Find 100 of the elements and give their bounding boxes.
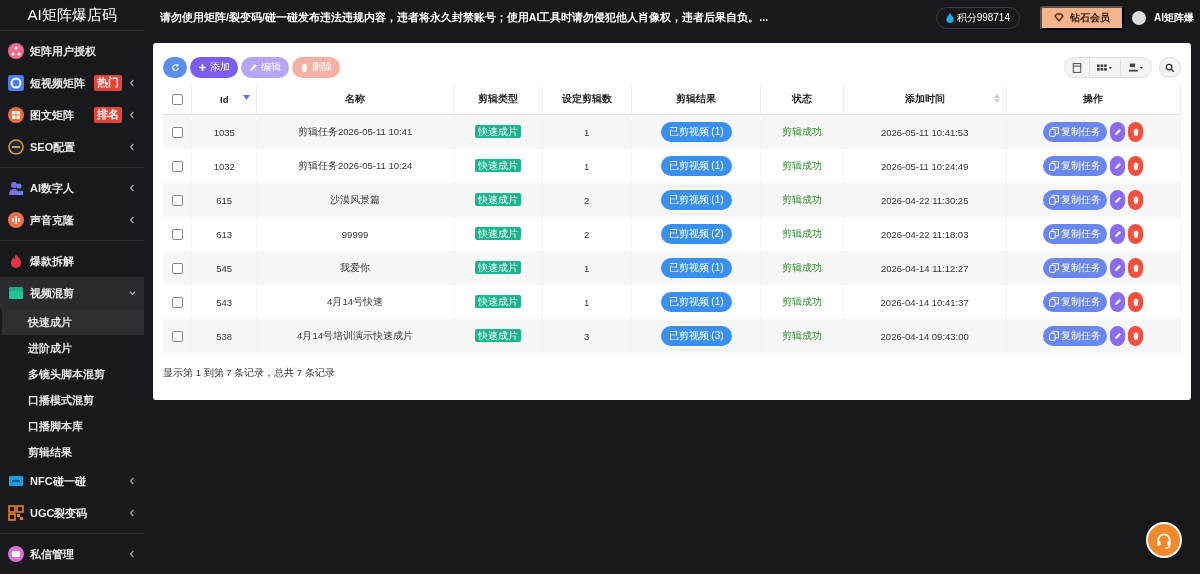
- column-header: 名称: [345, 92, 366, 104]
- submenu-item[interactable]: 口播脚本库: [2, 413, 144, 439]
- type-tag: 快速成片: [474, 295, 521, 308]
- edit-button[interactable]: [1110, 122, 1126, 142]
- trash-icon: [1131, 264, 1140, 272]
- column-header: 操作: [1083, 92, 1104, 104]
- sidebar-item[interactable]: 爆款拆解: [0, 245, 144, 277]
- sidebar-item[interactable]: UGC裂变码: [0, 497, 144, 529]
- avatar[interactable]: [1132, 10, 1146, 25]
- count-cell: 2: [584, 228, 590, 240]
- pencil-icon: [249, 63, 258, 72]
- sidebar-label: AI数字人: [30, 180, 75, 196]
- row-checkbox[interactable]: [171, 297, 183, 308]
- sidebar-badge: 排名: [94, 107, 122, 123]
- droplet-icon: [945, 12, 954, 23]
- edit-button[interactable]: [1110, 326, 1126, 346]
- table-icon: [1072, 62, 1082, 73]
- sidebar-item[interactable]: 私信管理: [0, 538, 144, 570]
- edit-button[interactable]: [1110, 258, 1126, 278]
- row-checkbox[interactable]: [171, 161, 183, 172]
- name-cell: 4月14号快速: [327, 295, 383, 307]
- submenu-item[interactable]: 多镜头脚本混剪: [2, 361, 144, 387]
- trash-icon: [1131, 128, 1140, 136]
- delete-button[interactable]: [1128, 258, 1144, 278]
- edit-button[interactable]: [1110, 292, 1126, 312]
- pencil-icon: [1113, 128, 1122, 136]
- column-header: 添加时间: [904, 92, 945, 104]
- delete-button[interactable]: [1128, 224, 1144, 244]
- sidebar-item[interactable]: 图文矩阵 排名: [0, 99, 144, 131]
- sidebar-item[interactable]: 视频混剪: [0, 277, 144, 309]
- sidebar-label: 私信管理: [30, 546, 75, 562]
- delete-button[interactable]: [1128, 326, 1144, 346]
- row-checkbox[interactable]: [171, 127, 183, 138]
- people-icon: [8, 180, 24, 196]
- sidebar-item[interactable]: 矩阵用户授权: [0, 35, 144, 67]
- delete-button[interactable]: [1128, 122, 1144, 142]
- delete-button[interactable]: [1128, 190, 1144, 210]
- delete-button[interactable]: [1128, 156, 1144, 176]
- column-header: 设定剪辑数: [561, 92, 612, 104]
- edit-button[interactable]: [1110, 190, 1126, 210]
- id-cell: 545: [216, 262, 233, 274]
- type-tag: 快速成片: [474, 159, 521, 172]
- add-button[interactable]: 添加: [190, 57, 238, 78]
- network-icon: [8, 43, 24, 59]
- count-cell: 1: [584, 262, 590, 274]
- submenu-item[interactable]: 口播模式混剪: [2, 387, 144, 413]
- type-tag: 快速成片: [474, 329, 521, 342]
- type-tag: 快速成片: [474, 193, 521, 206]
- count-cell: 1: [584, 126, 590, 138]
- trash-icon: [300, 63, 309, 72]
- sidebar-item[interactable]: 短视频矩阵 热门: [0, 67, 144, 99]
- trash-icon: [1131, 298, 1140, 306]
- submenu-item[interactable]: 进阶成片: [2, 335, 144, 361]
- type-tag: 快速成片: [474, 125, 521, 138]
- username[interactable]: AI矩阵爆: [1154, 10, 1194, 25]
- select-all-checkbox[interactable]: [171, 94, 183, 105]
- refresh-button[interactable]: [163, 57, 187, 78]
- submenu-item[interactable]: 剪辑结果: [2, 439, 144, 465]
- name-cell: 剪辑任务2026-05-11 10:41: [297, 125, 413, 137]
- status-text: 剪辑成功: [782, 261, 823, 273]
- time-cell: 2026-04-14 09:43:00: [880, 330, 969, 342]
- submenu-item[interactable]: 快速成片: [2, 309, 144, 335]
- column-header: 剪辑结果: [676, 92, 717, 104]
- flame-icon: [8, 253, 24, 269]
- copy-icon: [1049, 127, 1060, 137]
- delete-button[interactable]: [1128, 292, 1144, 312]
- name-cell: 4月14号培训演示快速成片: [297, 329, 413, 341]
- sidebar-label: UGC裂变码: [30, 505, 89, 521]
- sidebar-label: SEO配置: [30, 139, 77, 155]
- sidebar-item[interactable]: 声音克隆: [0, 204, 144, 236]
- copy-icon: [1049, 297, 1060, 307]
- status-text: 剪辑成功: [782, 159, 823, 171]
- sidebar-item[interactable]: NFC碰一碰: [0, 465, 144, 497]
- row-checkbox[interactable]: [171, 195, 183, 206]
- sidebar-badge: 热门: [94, 75, 122, 91]
- row-checkbox[interactable]: [171, 229, 183, 240]
- edit-button[interactable]: [1110, 224, 1126, 244]
- columns-icon: [1097, 62, 1113, 73]
- id-cell: 1032: [213, 160, 235, 172]
- time-cell: 2026-04-14 11:12:27: [880, 262, 969, 274]
- search-button[interactable]: [1159, 57, 1181, 78]
- notice-text: 请勿使用矩阵/裂变码/碰一碰发布违法违规内容，违者将永久封禁账号；使用AI工具时请勿侵犯他人肖像权，违者后果自负。...: [160, 10, 770, 25]
- support-button[interactable]: [1146, 522, 1182, 558]
- count-cell: 3: [584, 330, 590, 342]
- sidebar-label: 图文矩阵: [30, 107, 75, 123]
- name-cell: 沙漠风景篇: [330, 193, 381, 205]
- sidebar-item[interactable]: SEO配置: [0, 131, 144, 163]
- edit-button[interactable]: [1110, 156, 1126, 176]
- row-checkbox[interactable]: [171, 331, 183, 342]
- trash-icon: [1131, 332, 1140, 340]
- count-cell: 2: [584, 194, 590, 206]
- pencil-icon: [1113, 332, 1122, 340]
- row-checkbox[interactable]: [171, 263, 183, 274]
- status-text: 剪辑成功: [782, 295, 823, 307]
- copy-icon: [1049, 263, 1060, 273]
- trash-icon: [1131, 162, 1140, 170]
- sidebar-label: 爆款拆解: [30, 253, 75, 269]
- membership-button[interactable]: 钻石会员: [1040, 5, 1124, 30]
- time-cell: 2026-04-14 10:41:37: [880, 296, 969, 308]
- sidebar-item[interactable]: AI数字人: [0, 172, 144, 204]
